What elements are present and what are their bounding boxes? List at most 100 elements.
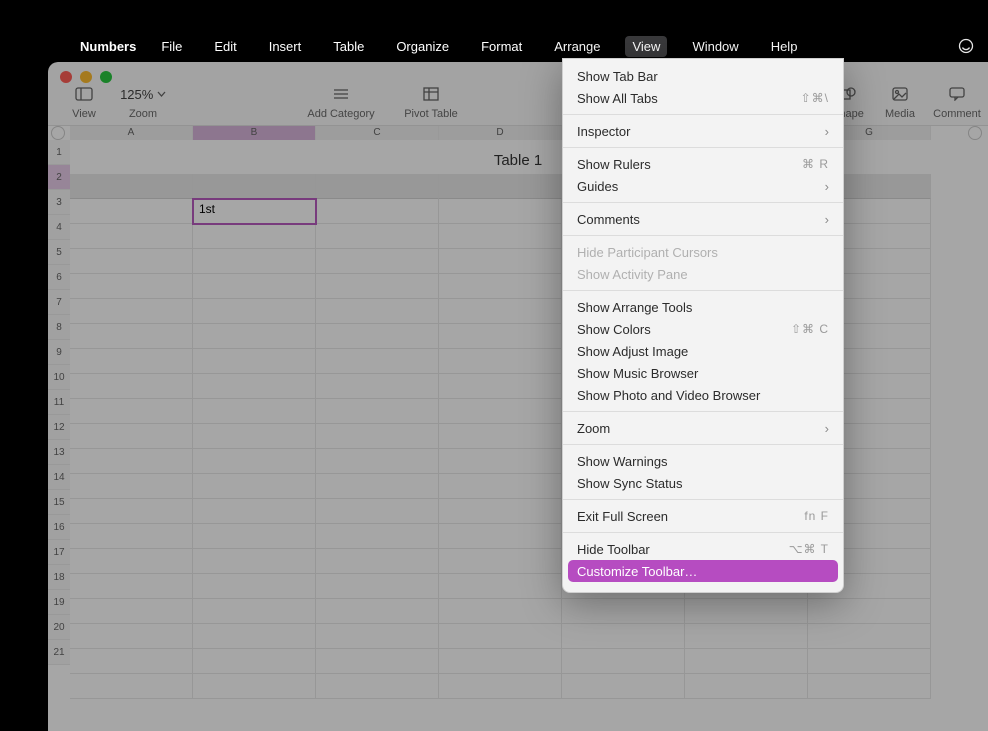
cell[interactable] <box>70 274 193 299</box>
cell[interactable] <box>439 524 562 549</box>
cell[interactable] <box>316 299 439 324</box>
cell[interactable] <box>193 599 316 624</box>
cell[interactable] <box>70 474 193 499</box>
view-toolbar-button[interactable]: View <box>62 84 106 120</box>
maximize-window-button[interactable] <box>100 71 112 83</box>
close-window-button[interactable] <box>60 71 72 83</box>
cell[interactable] <box>316 349 439 374</box>
cell[interactable] <box>439 374 562 399</box>
cell[interactable] <box>193 424 316 449</box>
cell[interactable] <box>562 624 685 649</box>
cell[interactable] <box>193 174 316 199</box>
cell[interactable] <box>193 624 316 649</box>
comment-toolbar-button[interactable]: Comment <box>926 84 988 120</box>
cell[interactable] <box>439 249 562 274</box>
cell[interactable] <box>70 524 193 549</box>
cell[interactable] <box>316 524 439 549</box>
cell[interactable] <box>439 224 562 249</box>
menu-item-show-all-tabs[interactable]: Show All Tabs⇧⌘\ <box>563 87 843 109</box>
cell[interactable] <box>316 449 439 474</box>
cell[interactable] <box>316 224 439 249</box>
cell[interactable] <box>685 599 808 624</box>
cell[interactable] <box>439 474 562 499</box>
cell[interactable] <box>70 399 193 424</box>
row-number[interactable]: 7 <box>48 290 70 315</box>
cell[interactable] <box>193 299 316 324</box>
cell[interactable] <box>70 424 193 449</box>
cell[interactable] <box>439 424 562 449</box>
cell[interactable] <box>193 499 316 524</box>
pivot-toolbar-button[interactable]: Pivot Table <box>391 84 471 120</box>
cell[interactable] <box>439 324 562 349</box>
cell[interactable] <box>193 474 316 499</box>
cell[interactable] <box>70 349 193 374</box>
cell[interactable] <box>316 274 439 299</box>
cell[interactable] <box>685 649 808 674</box>
cell[interactable] <box>808 649 931 674</box>
row-number[interactable]: 8 <box>48 315 70 340</box>
menu-item-guides[interactable]: Guides› <box>563 175 843 197</box>
cell[interactable] <box>316 324 439 349</box>
menu-item-zoom[interactable]: Zoom› <box>563 417 843 439</box>
cell[interactable] <box>439 574 562 599</box>
cell[interactable] <box>70 249 193 274</box>
menu-item-show-sync-status[interactable]: Show Sync Status <box>563 472 843 494</box>
cell[interactable] <box>316 499 439 524</box>
menubar-item-view[interactable]: View <box>625 36 667 57</box>
row-number[interactable]: 12 <box>48 415 70 440</box>
cell[interactable] <box>193 349 316 374</box>
cell[interactable] <box>562 599 685 624</box>
cell[interactable] <box>439 674 562 699</box>
cell[interactable] <box>193 399 316 424</box>
row-number[interactable]: 3 <box>48 190 70 215</box>
cell[interactable] <box>316 599 439 624</box>
cell[interactable] <box>193 649 316 674</box>
cell[interactable] <box>316 674 439 699</box>
row-number[interactable]: 16 <box>48 515 70 540</box>
menu-item-exit-full-screen[interactable]: Exit Full Screenfn F <box>563 505 843 527</box>
cell[interactable] <box>439 274 562 299</box>
record-button[interactable] <box>51 126 65 140</box>
cell[interactable] <box>193 524 316 549</box>
menu-item-show-colors[interactable]: Show Colors⇧⌘ C <box>563 318 843 340</box>
media-toolbar-button[interactable]: Media <box>874 84 926 120</box>
cell[interactable] <box>316 399 439 424</box>
column-header[interactable]: B <box>193 126 316 140</box>
cell[interactable] <box>316 574 439 599</box>
menubar-item-help[interactable]: Help <box>764 36 805 57</box>
cell[interactable] <box>193 549 316 574</box>
menubar-item-window[interactable]: Window <box>685 36 745 57</box>
cell[interactable] <box>193 224 316 249</box>
row-number[interactable]: 13 <box>48 440 70 465</box>
menubar-item-file[interactable]: File <box>154 36 189 57</box>
cell[interactable] <box>316 374 439 399</box>
row-number[interactable]: 19 <box>48 590 70 615</box>
cell[interactable] <box>70 649 193 674</box>
menu-item-show-photo-and-video-browser[interactable]: Show Photo and Video Browser <box>563 384 843 406</box>
column-header[interactable]: C <box>316 126 439 140</box>
cell[interactable] <box>70 299 193 324</box>
cell[interactable] <box>70 324 193 349</box>
cell[interactable] <box>439 199 562 224</box>
cell[interactable] <box>70 499 193 524</box>
row-number[interactable]: 18 <box>48 565 70 590</box>
cell[interactable] <box>193 274 316 299</box>
menubar-item-insert[interactable]: Insert <box>262 36 309 57</box>
status-icon[interactable] <box>958 38 974 54</box>
row-number[interactable]: 5 <box>48 240 70 265</box>
cell[interactable] <box>70 624 193 649</box>
cell[interactable] <box>316 199 439 224</box>
cell[interactable] <box>316 249 439 274</box>
cell[interactable] <box>70 174 193 199</box>
cell[interactable] <box>316 649 439 674</box>
menubar-item-arrange[interactable]: Arrange <box>547 36 607 57</box>
cell[interactable] <box>685 674 808 699</box>
cell[interactable] <box>70 599 193 624</box>
cell[interactable] <box>439 299 562 324</box>
row-number[interactable]: 21 <box>48 640 70 665</box>
row-number[interactable]: 20 <box>48 615 70 640</box>
cell[interactable] <box>193 374 316 399</box>
cell[interactable] <box>193 574 316 599</box>
cell[interactable]: 1st <box>193 199 316 224</box>
menu-item-hide-toolbar[interactable]: Hide Toolbar⌥⌘ T <box>563 538 843 560</box>
